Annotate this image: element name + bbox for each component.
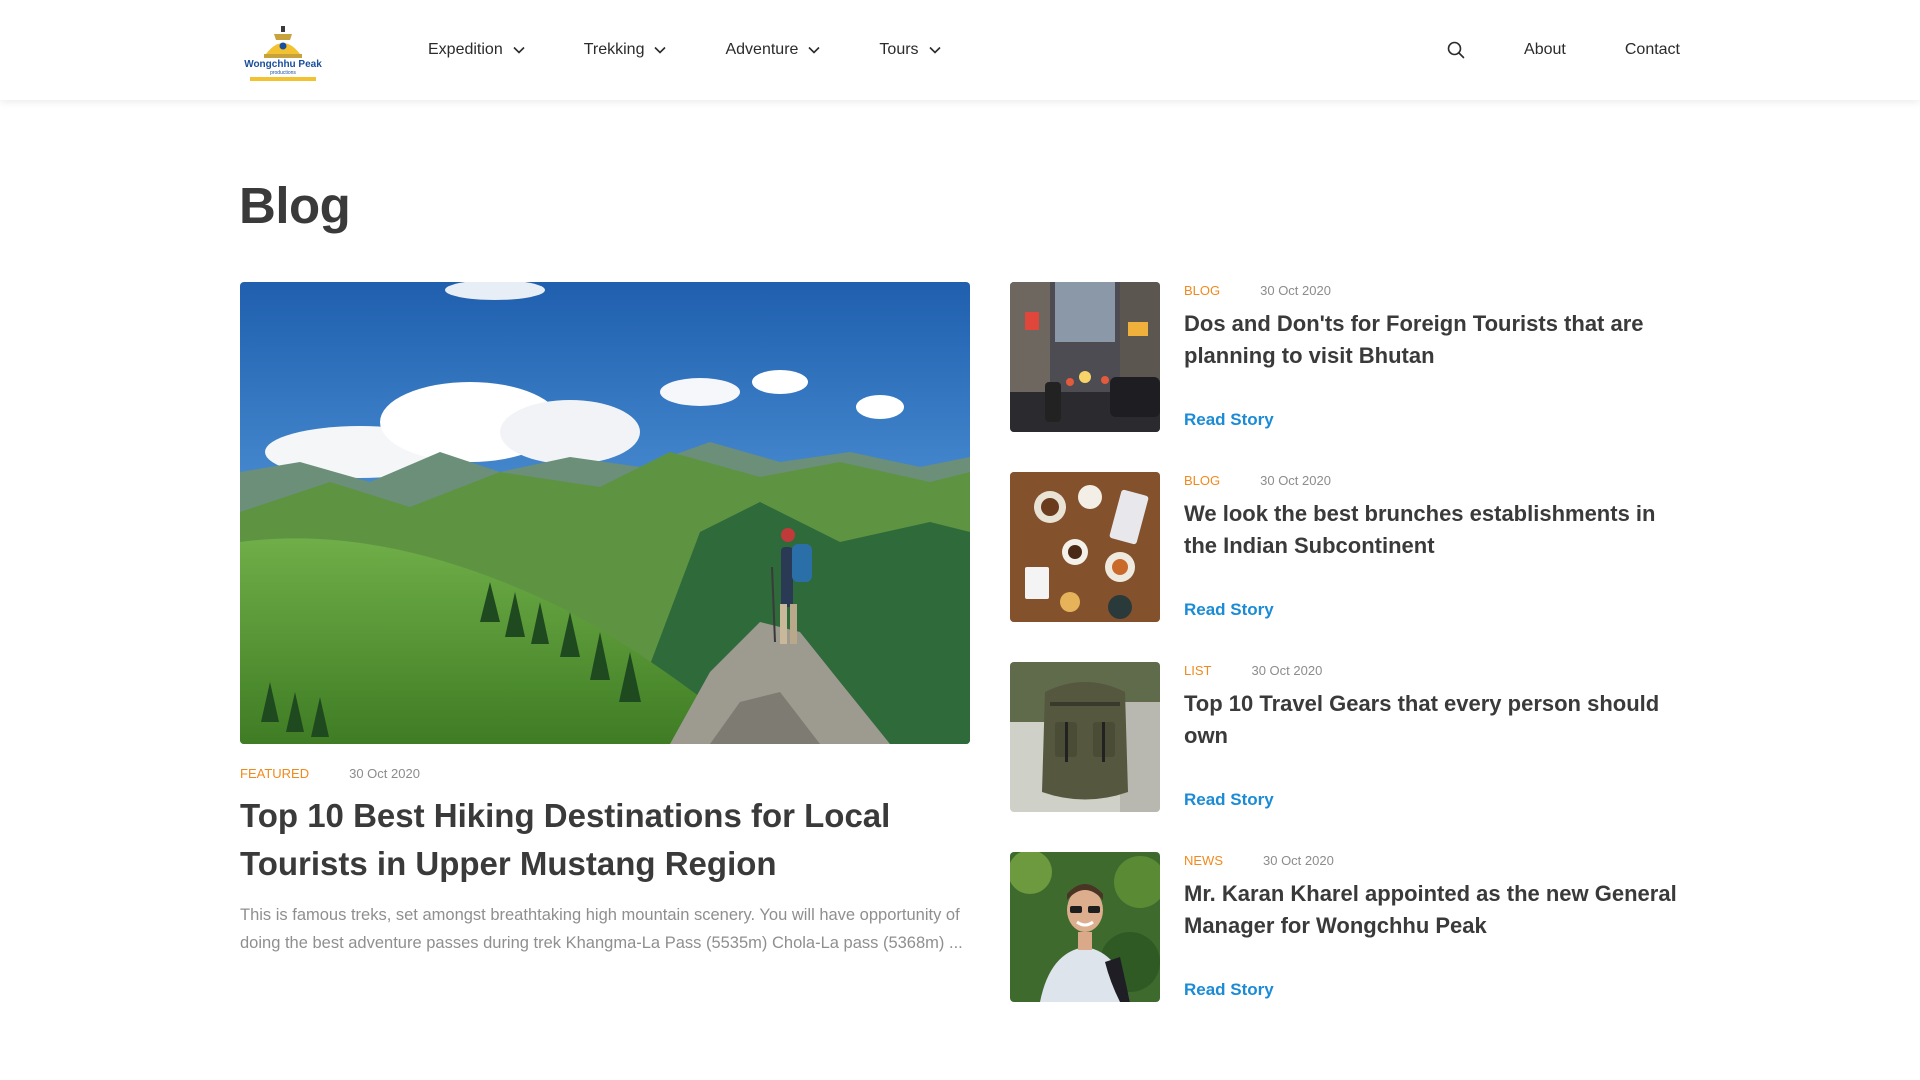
story-date: 30 Oct 2020: [1263, 853, 1334, 868]
story-card: NEWS 30 Oct 2020 Mr. Karan Kharel appoin…: [1010, 852, 1680, 1002]
header-actions: About Contact: [1446, 0, 1680, 100]
read-story-link[interactable]: Read Story: [1184, 980, 1274, 1000]
story-title[interactable]: Mr. Karan Kharel appointed as the new Ge…: [1184, 878, 1684, 942]
nav-item-tours[interactable]: Tours: [879, 41, 941, 59]
featured-meta: FEATURED 30 Oct 2020: [240, 766, 420, 781]
site-logo[interactable]: Wongchhu Peak productions: [244, 24, 322, 82]
nav-item-trekking[interactable]: Trekking: [584, 41, 668, 59]
story-meta: NEWS 30 Oct 2020: [1184, 853, 1334, 868]
chevron-down-icon: [654, 46, 667, 54]
story-category[interactable]: NEWS: [1184, 853, 1223, 868]
site-header: Wongchhu Peak productions Expedition Tre…: [0, 0, 1920, 100]
story-category[interactable]: BLOG: [1184, 473, 1220, 488]
story-category[interactable]: LIST: [1184, 663, 1211, 678]
story-date: 30 Oct 2020: [1251, 663, 1323, 678]
nav-label: Tours: [879, 41, 919, 58]
search-icon[interactable]: [1446, 40, 1466, 60]
story-meta: BLOG 30 Oct 2020: [1184, 283, 1331, 298]
story-date: 30 Oct 2020: [1260, 473, 1331, 488]
nav-label: Expedition: [428, 41, 503, 58]
story-card: BLOG 30 Oct 2020 Dos and Don'ts for Fore…: [1010, 282, 1680, 432]
chevron-down-icon: [928, 46, 941, 54]
story-thumbnail[interactable]: [1010, 662, 1160, 812]
featured-excerpt: This is famous treks, set amongst breath…: [240, 906, 963, 952]
nav-label: Trekking: [583, 41, 645, 58]
story-title[interactable]: We look the best brunches establishments…: [1184, 498, 1684, 562]
logo-tagline: productions: [270, 70, 296, 76]
story-thumbnail[interactable]: [1010, 472, 1160, 622]
nav-item-expedition[interactable]: Expedition: [428, 41, 526, 59]
story-date: 30 Oct 2020: [1260, 283, 1331, 298]
story-title[interactable]: Top 10 Travel Gears that every person sh…: [1184, 688, 1684, 752]
featured-category[interactable]: FEATURED: [240, 766, 309, 781]
page-title: Blog: [239, 177, 351, 234]
read-story-link[interactable]: Read Story: [1184, 600, 1274, 620]
story-meta: BLOG 30 Oct 2020: [1184, 473, 1331, 488]
story-meta: LIST 30 Oct 2020: [1184, 663, 1322, 678]
read-story-link[interactable]: Read Story: [1184, 790, 1274, 810]
story-card: LIST 30 Oct 2020 Top 10 Travel Gears tha…: [1010, 662, 1680, 812]
featured-title[interactable]: Top 10 Best Hiking Destinations for Loca…: [240, 792, 960, 888]
story-card: BLOG 30 Oct 2020 We look the best brunch…: [1010, 472, 1680, 622]
nav-link-about[interactable]: About: [1524, 41, 1566, 59]
nav-link-contact[interactable]: Contact: [1625, 41, 1680, 59]
logo-mark-icon: Wongchhu Peak productions: [244, 26, 322, 81]
story-thumbnail[interactable]: [1010, 852, 1160, 1002]
featured-date: 30 Oct 2020: [349, 766, 420, 781]
featured-image[interactable]: [240, 282, 970, 744]
main-nav: Expedition Trekking Adventure Tours: [428, 0, 1000, 100]
logo-text: Wongchhu Peak: [244, 59, 322, 70]
story-title[interactable]: Dos and Don'ts for Foreign Tourists that…: [1184, 308, 1684, 372]
read-story-link[interactable]: Read Story: [1184, 410, 1274, 430]
story-thumbnail[interactable]: [1010, 282, 1160, 432]
nav-label: Adventure: [725, 41, 799, 58]
nav-item-adventure[interactable]: Adventure: [725, 41, 821, 59]
chevron-down-icon: [513, 46, 525, 54]
chevron-down-icon: [808, 46, 820, 54]
story-category[interactable]: BLOG: [1184, 283, 1220, 298]
